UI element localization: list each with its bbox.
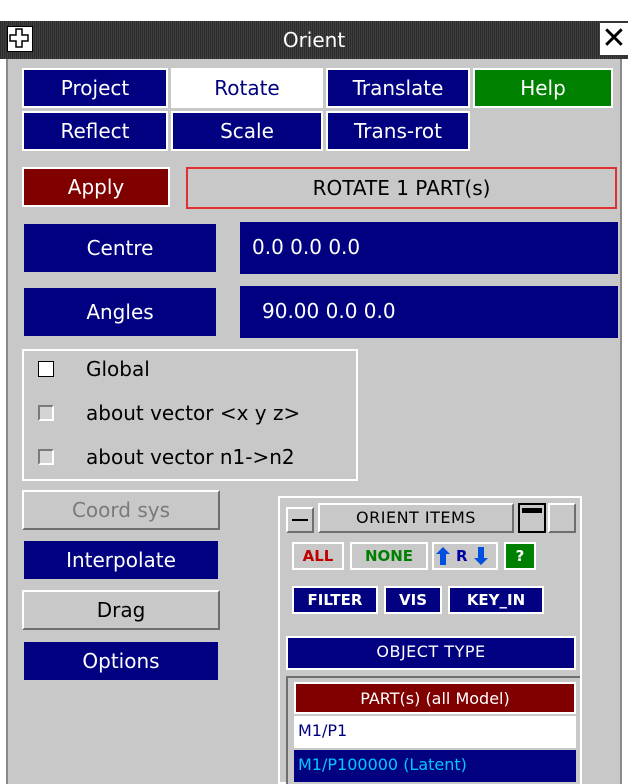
object-type-button[interactable]: OBJECT TYPE xyxy=(286,636,576,670)
vis-button[interactable]: VIS xyxy=(384,586,442,614)
orient-window: Orient ✕ Project Rotate Translate Help R… xyxy=(0,0,628,784)
filter-button[interactable]: FILTER xyxy=(292,586,378,614)
tab-rotate[interactable]: Rotate xyxy=(171,68,323,108)
minimize-bar-icon[interactable] xyxy=(518,503,546,533)
angles-value-field[interactable]: 90.00 0.0 0.0 xyxy=(240,286,618,338)
tab-help[interactable]: Help xyxy=(473,68,613,108)
list-header-parts[interactable]: PART(s) (all Model) xyxy=(294,682,576,714)
tab-reflect[interactable]: Reflect xyxy=(22,111,168,151)
none-button[interactable]: NONE xyxy=(350,542,428,570)
apply-button[interactable]: Apply xyxy=(22,167,170,207)
arrow-up-icon xyxy=(436,547,450,565)
about-vector-xyz-radio[interactable] xyxy=(38,405,54,421)
apply-status-display: ROTATE 1 PART(s) xyxy=(186,167,617,209)
window-title: Orient xyxy=(282,28,346,52)
reverse-selection-button[interactable]: R xyxy=(432,542,498,570)
option-about-vector-n1n2-label: about vector n1->n2 xyxy=(86,445,295,469)
about-vector-n1n2-radio[interactable] xyxy=(38,449,54,465)
collapse-dash-icon[interactable] xyxy=(286,507,314,533)
interpolate-button[interactable]: Interpolate xyxy=(22,539,220,581)
coord-sys-button[interactable]: Coord sys xyxy=(22,490,220,530)
angles-button[interactable]: Angles xyxy=(22,286,218,338)
option-about-vector-xyz-label: about vector <x y z> xyxy=(86,401,301,425)
list-item-selected[interactable]: M1/P100000 (Latent) xyxy=(294,750,576,782)
options-button[interactable]: Options xyxy=(22,640,220,682)
tab-translate[interactable]: Translate xyxy=(326,68,470,108)
title-bar[interactable]: Orient ✕ xyxy=(0,21,628,59)
reverse-r-label: R xyxy=(456,547,468,565)
key-in-button[interactable]: KEY_IN xyxy=(448,586,544,614)
help-question-button[interactable]: ? xyxy=(504,542,536,570)
centre-button[interactable]: Centre xyxy=(22,222,218,274)
tab-scale[interactable]: Scale xyxy=(171,111,323,151)
global-radio[interactable] xyxy=(38,361,54,377)
centre-value-field[interactable]: 0.0 0.0 0.0 xyxy=(240,222,618,274)
maximize-box-icon[interactable] xyxy=(548,503,576,533)
drag-button[interactable]: Drag xyxy=(22,590,220,630)
arrow-down-icon xyxy=(474,547,488,565)
option-global-label: Global xyxy=(86,357,150,381)
close-x-icon[interactable]: ✕ xyxy=(600,23,628,55)
orient-items-title: ORIENT ITEMS xyxy=(318,503,514,533)
list-item[interactable]: M1/P1 xyxy=(294,716,576,748)
all-button[interactable]: ALL xyxy=(292,542,344,570)
tab-project[interactable]: Project xyxy=(22,68,168,108)
tab-trans-rot[interactable]: Trans-rot xyxy=(326,111,470,151)
